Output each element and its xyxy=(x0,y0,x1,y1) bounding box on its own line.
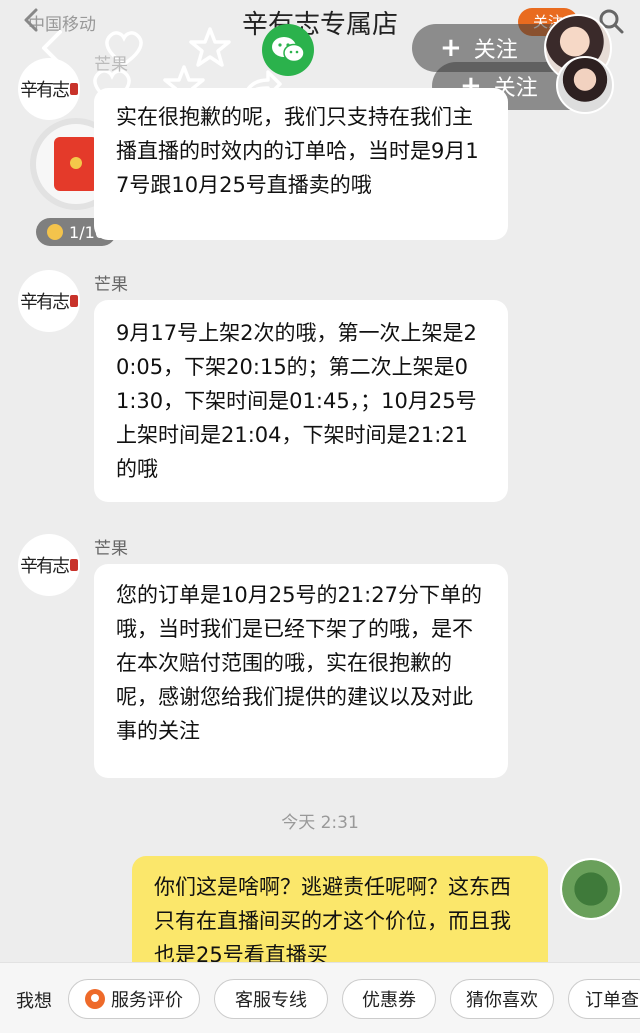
shop-avatar[interactable]: 辛有志 xyxy=(18,534,80,596)
quick-reply-order[interactable]: 订单查 xyxy=(568,979,640,1019)
shop-avatar[interactable]: 辛有志 xyxy=(18,58,80,120)
quick-reply-first[interactable]: 我想 xyxy=(16,987,52,1013)
red-packet-icon xyxy=(54,137,98,191)
quick-reply-hotline[interactable]: 客服专线 xyxy=(214,979,328,1019)
quick-reply-bar: 我想 服务评价 客服专线 优惠券 猜你喜欢 订单查 xyxy=(0,962,640,1033)
host-avatar-2[interactable] xyxy=(556,56,614,114)
sender-name: 芒果 xyxy=(94,55,128,75)
plus-icon: + xyxy=(440,33,462,63)
quick-reply-coupon[interactable]: 优惠券 xyxy=(342,979,436,1019)
follow-label: 关注 xyxy=(473,38,518,63)
my-message-bubble: 你们这是啥啊？逃避责任呢啊？这东西只有在直播间买的才这个价位，而且我也是25号看… xyxy=(132,856,548,976)
timestamp: 今天 2:31 xyxy=(281,813,359,833)
quick-reply-service-rating[interactable]: 服务评价 xyxy=(68,979,200,1019)
shop-avatar[interactable]: 辛有志 xyxy=(18,270,80,332)
wechat-icon[interactable] xyxy=(262,24,314,76)
sender-name: 芒果 xyxy=(94,275,128,295)
message-bubble: 实在很抱歉的呢，我们只支持在我们主播直播的时效内的订单哈，当时是9月17号跟10… xyxy=(94,88,508,240)
quick-reply-recommend[interactable]: 猜你喜欢 xyxy=(450,979,554,1019)
service-rating-icon xyxy=(85,989,105,1009)
message-bubble: 您的订单是10月25号的21:27分下单的哦，当时我们是已经下架了的哦，是不在本… xyxy=(94,564,508,778)
sender-name: 芒果 xyxy=(94,539,128,559)
message-bubble: 9月17号上架2次的哦，第一次上架是20:05，下架20:15的；第二次上架是0… xyxy=(94,300,508,502)
my-avatar[interactable] xyxy=(560,858,622,920)
coin-icon xyxy=(47,224,64,240)
